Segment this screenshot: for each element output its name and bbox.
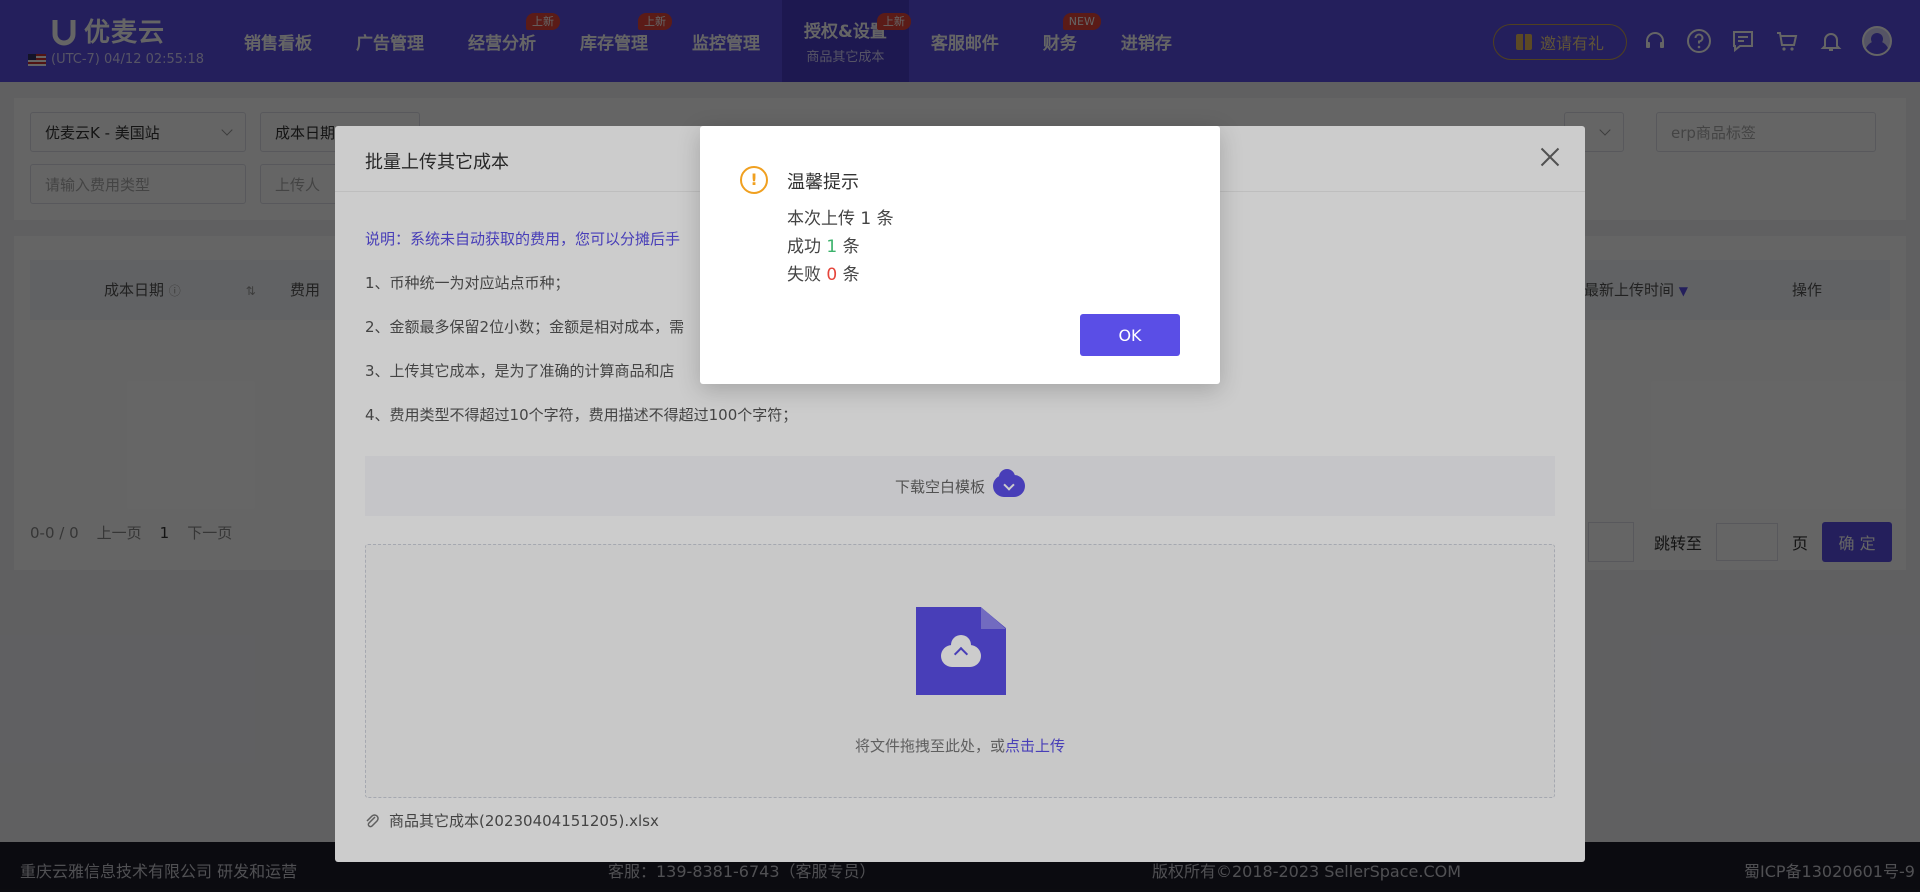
warning-icon: ! (740, 166, 768, 194)
alert-fail-line: 失败 0 条 (787, 260, 860, 285)
success-count: 1 (826, 237, 838, 257)
alert-success-line: 成功 1 条 (787, 232, 860, 257)
fail-count: 0 (826, 265, 838, 285)
result-alert-dialog: ! 温馨提示 本次上传 1 条 成功 1 条 失败 0 条 OK (700, 126, 1220, 384)
unit-label: 条 (842, 265, 860, 285)
ok-button[interactable]: OK (1080, 314, 1180, 356)
alert-total-line: 本次上传 1 条 (787, 209, 894, 229)
unit-label: 条 (842, 237, 860, 257)
fail-label: 失败 (787, 265, 821, 285)
alert-title: 温馨提示 (787, 172, 859, 193)
success-label: 成功 (787, 237, 821, 257)
